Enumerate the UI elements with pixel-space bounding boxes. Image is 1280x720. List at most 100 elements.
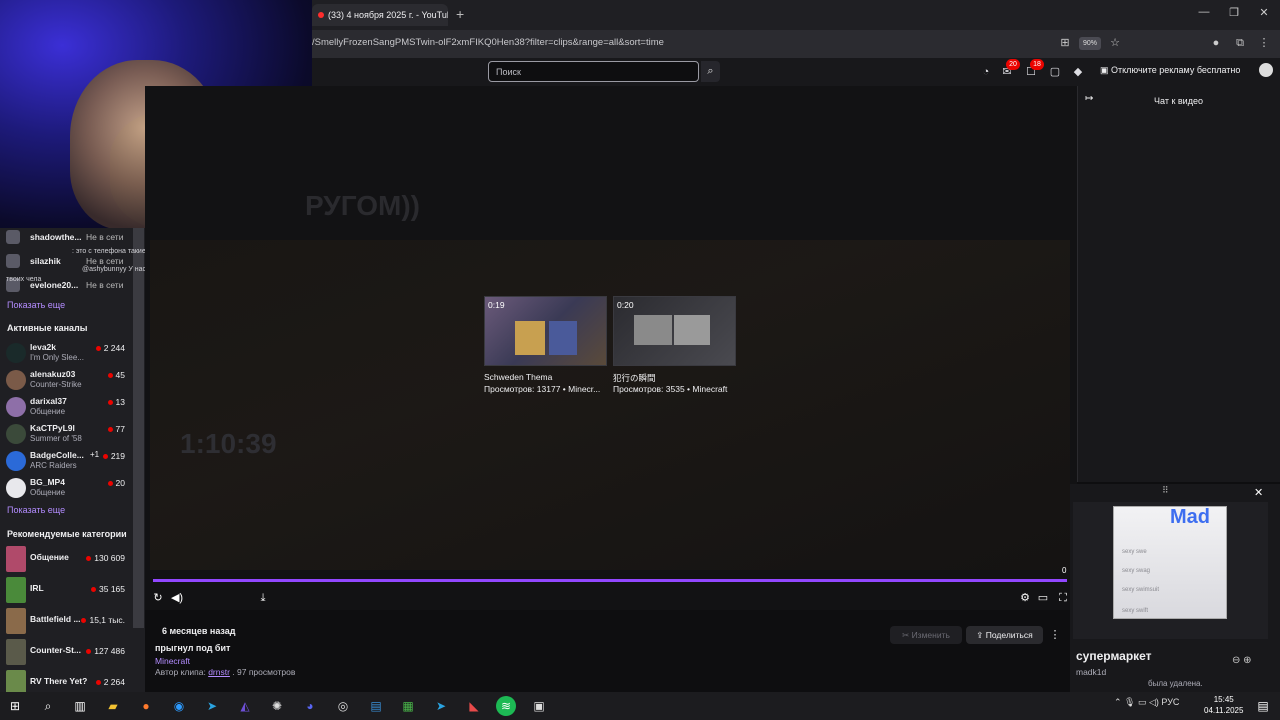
channel-viewers: 2 244	[96, 343, 125, 353]
zoom-level[interactable]: 90%	[1079, 37, 1101, 50]
clip-title-main: прыгнул под бит	[155, 643, 231, 653]
category-name: Общение	[30, 552, 69, 562]
active-channels-heading: Активные каналы	[7, 323, 88, 333]
category-item[interactable]: Battlefield ... 15,1 тыс.	[6, 608, 131, 636]
window-close-icon[interactable]: ✕	[1256, 6, 1272, 22]
app-icon[interactable]: ▤	[365, 696, 387, 716]
channel-game: Общение	[30, 488, 66, 497]
obs-icon[interactable]: ◎	[332, 696, 354, 716]
whispers-icon[interactable]: ▢	[1047, 64, 1063, 80]
start-icon[interactable]: ⊞	[4, 696, 26, 716]
author-link[interactable]: drnstr	[208, 667, 230, 677]
channel-game: Общение	[30, 407, 66, 416]
category-item[interactable]: IRL 35 165	[6, 577, 131, 605]
category-item[interactable]: Counter-St... 127 486	[6, 639, 131, 667]
avatar	[6, 424, 26, 444]
browser-menu-icon[interactable]: ⋮	[1256, 35, 1272, 51]
new-tab-icon[interactable]: +	[456, 6, 470, 24]
inbox-badge: 20	[1006, 59, 1020, 70]
channel-item[interactable]: BadgeColle... ARC Raiders +1 219	[6, 449, 131, 475]
clip-duration: 0:19	[488, 300, 505, 310]
search-input[interactable]: Поиск	[488, 61, 699, 82]
app-icon[interactable]: ◣	[463, 696, 485, 716]
minimize-icon[interactable]: —	[1196, 6, 1212, 22]
search-icon[interactable]: ⌕	[701, 61, 720, 82]
mini-close-icon[interactable]: ✕	[1254, 486, 1263, 499]
notification-center-icon[interactable]: ▤	[1252, 696, 1274, 716]
vs-icon[interactable]: ◭	[234, 696, 256, 716]
channel-name: BG_MP4	[30, 477, 65, 487]
channel-name: leva2k	[30, 342, 56, 352]
puzzle-icon[interactable]: ⧉	[1232, 35, 1248, 51]
clip-meta: Просмотров: 3535 • Minecraft	[613, 384, 728, 394]
app-icon[interactable]: ▦	[397, 696, 419, 716]
drag-handle-icon[interactable]: ⠿	[1162, 485, 1169, 496]
clip-thumbnail[interactable]: 0:20	[613, 296, 736, 366]
discord-icon[interactable]: ◕	[299, 696, 321, 716]
clip-thumbnail[interactable]: 0:19	[484, 296, 607, 366]
avatar	[6, 451, 26, 471]
category-name: RV There Yet?	[30, 676, 88, 686]
tab-title: (33) 4 ноября 2025 г. - YouTube	[328, 10, 448, 20]
edit-button[interactable]: ✂ Изменить	[890, 626, 962, 644]
author-prefix: Автор клипа:	[155, 667, 209, 677]
channel-item[interactable]: leva2k I'm Only Slee... 2 244	[6, 341, 131, 367]
show-more-link[interactable]: Показать еще	[7, 300, 65, 310]
mini-channel[interactable]: madk1d	[1076, 667, 1106, 677]
adfree-button[interactable]: ▣ Отключите рекламу бесплатно	[1100, 65, 1240, 76]
spotify-icon[interactable]: ≋	[496, 696, 516, 716]
user-avatar[interactable]	[1257, 61, 1275, 79]
mini-title: супермаркет	[1076, 649, 1152, 663]
task-view-icon[interactable]: ▥	[69, 696, 91, 716]
settings-gear-icon[interactable]: ⚙	[1018, 591, 1032, 605]
replay-icon[interactable]: ↻	[151, 591, 165, 605]
explorer-icon[interactable]: ▰	[102, 696, 124, 716]
browser-tab[interactable]: (33) 4 ноября 2025 г. - YouTube ✕	[312, 4, 448, 26]
chatgpt-icon[interactable]: ✺	[266, 696, 288, 716]
clip-author-line: Автор клипа: drnstr . 97 просмотров	[155, 667, 295, 677]
category-item[interactable]: Общение 130 609	[6, 546, 131, 574]
share-button[interactable]: ⇪ Поделиться	[966, 626, 1043, 644]
channel-item[interactable]: alenakuz03 Counter-Strike 45	[6, 368, 131, 394]
volume-icon[interactable]: ◀)	[170, 591, 184, 605]
share-icon: ⇪	[976, 630, 986, 640]
system-tray[interactable]: ⌃ 🎙 ▭ ◁) РУС	[1114, 697, 1179, 708]
theatre-mode-icon[interactable]: ▭	[1036, 591, 1050, 605]
language-indicator[interactable]: РУС	[1161, 697, 1179, 707]
adfree-label: Отключите рекламу бесплатно	[1111, 65, 1241, 75]
progress-bar[interactable]	[153, 579, 1067, 582]
recommended-categories-heading: Рекомендуемые категории	[7, 529, 127, 539]
channel-item[interactable]: BG_MP4 Общение 20	[6, 476, 131, 502]
edge-icon[interactable]: ◉	[168, 696, 190, 716]
mini-volume-icon[interactable]: ⊖ ⊕	[1232, 655, 1252, 666]
clock[interactable]: 15:45 04.11.2025	[1204, 694, 1243, 716]
install-app-icon[interactable]: ⊞	[1057, 35, 1073, 51]
friend-status: Не в сети	[86, 256, 124, 266]
channel-item[interactable]: KaCTPyL9l Summer of '58 77	[6, 422, 131, 448]
bookmark-star-icon[interactable]: ☆	[1107, 35, 1123, 51]
sidebar-scrollbar[interactable]	[133, 228, 144, 628]
more-options-icon[interactable]: ⋮	[1049, 626, 1061, 644]
search-taskbar-icon[interactable]: ⌕	[37, 696, 59, 716]
fullscreen-icon[interactable]: ⛶	[1056, 591, 1070, 605]
clip-title[interactable]: Schweden Thema	[484, 372, 552, 382]
terminal-icon[interactable]: ▣	[528, 696, 550, 716]
bits-icon[interactable]: ◆	[1070, 64, 1086, 80]
channel-item[interactable]: darixal37 Общение 13	[6, 395, 131, 421]
telegram-alt-icon[interactable]: ➤	[430, 696, 452, 716]
url-text[interactable]: /SmellyFrozenSangPMSTwin-olF2xmFIKQ0Hen3…	[312, 37, 664, 48]
drops-icon[interactable]: ◔	[978, 64, 994, 80]
show-more-link[interactable]: Показать еще	[7, 505, 65, 515]
download-icon[interactable]: ⤓	[256, 591, 270, 605]
youtube-favicon-icon	[318, 12, 324, 18]
clip-title[interactable]: 犯行の瞬間	[613, 372, 656, 384]
restore-icon[interactable]: ❐	[1226, 6, 1242, 22]
firefox-icon[interactable]: ●	[135, 696, 157, 716]
clip-info-panel	[145, 612, 1077, 692]
tray-icons: ⌃ 🎙 ▭ ◁)	[1114, 697, 1162, 707]
extension-icon[interactable]: ●	[1208, 35, 1224, 51]
telegram-icon[interactable]: ➤	[201, 696, 223, 716]
category-viewers: 15,1 тыс.	[81, 615, 125, 625]
clip-game-link[interactable]: Minecraft	[155, 656, 190, 666]
channel-viewers: 219	[103, 451, 125, 461]
